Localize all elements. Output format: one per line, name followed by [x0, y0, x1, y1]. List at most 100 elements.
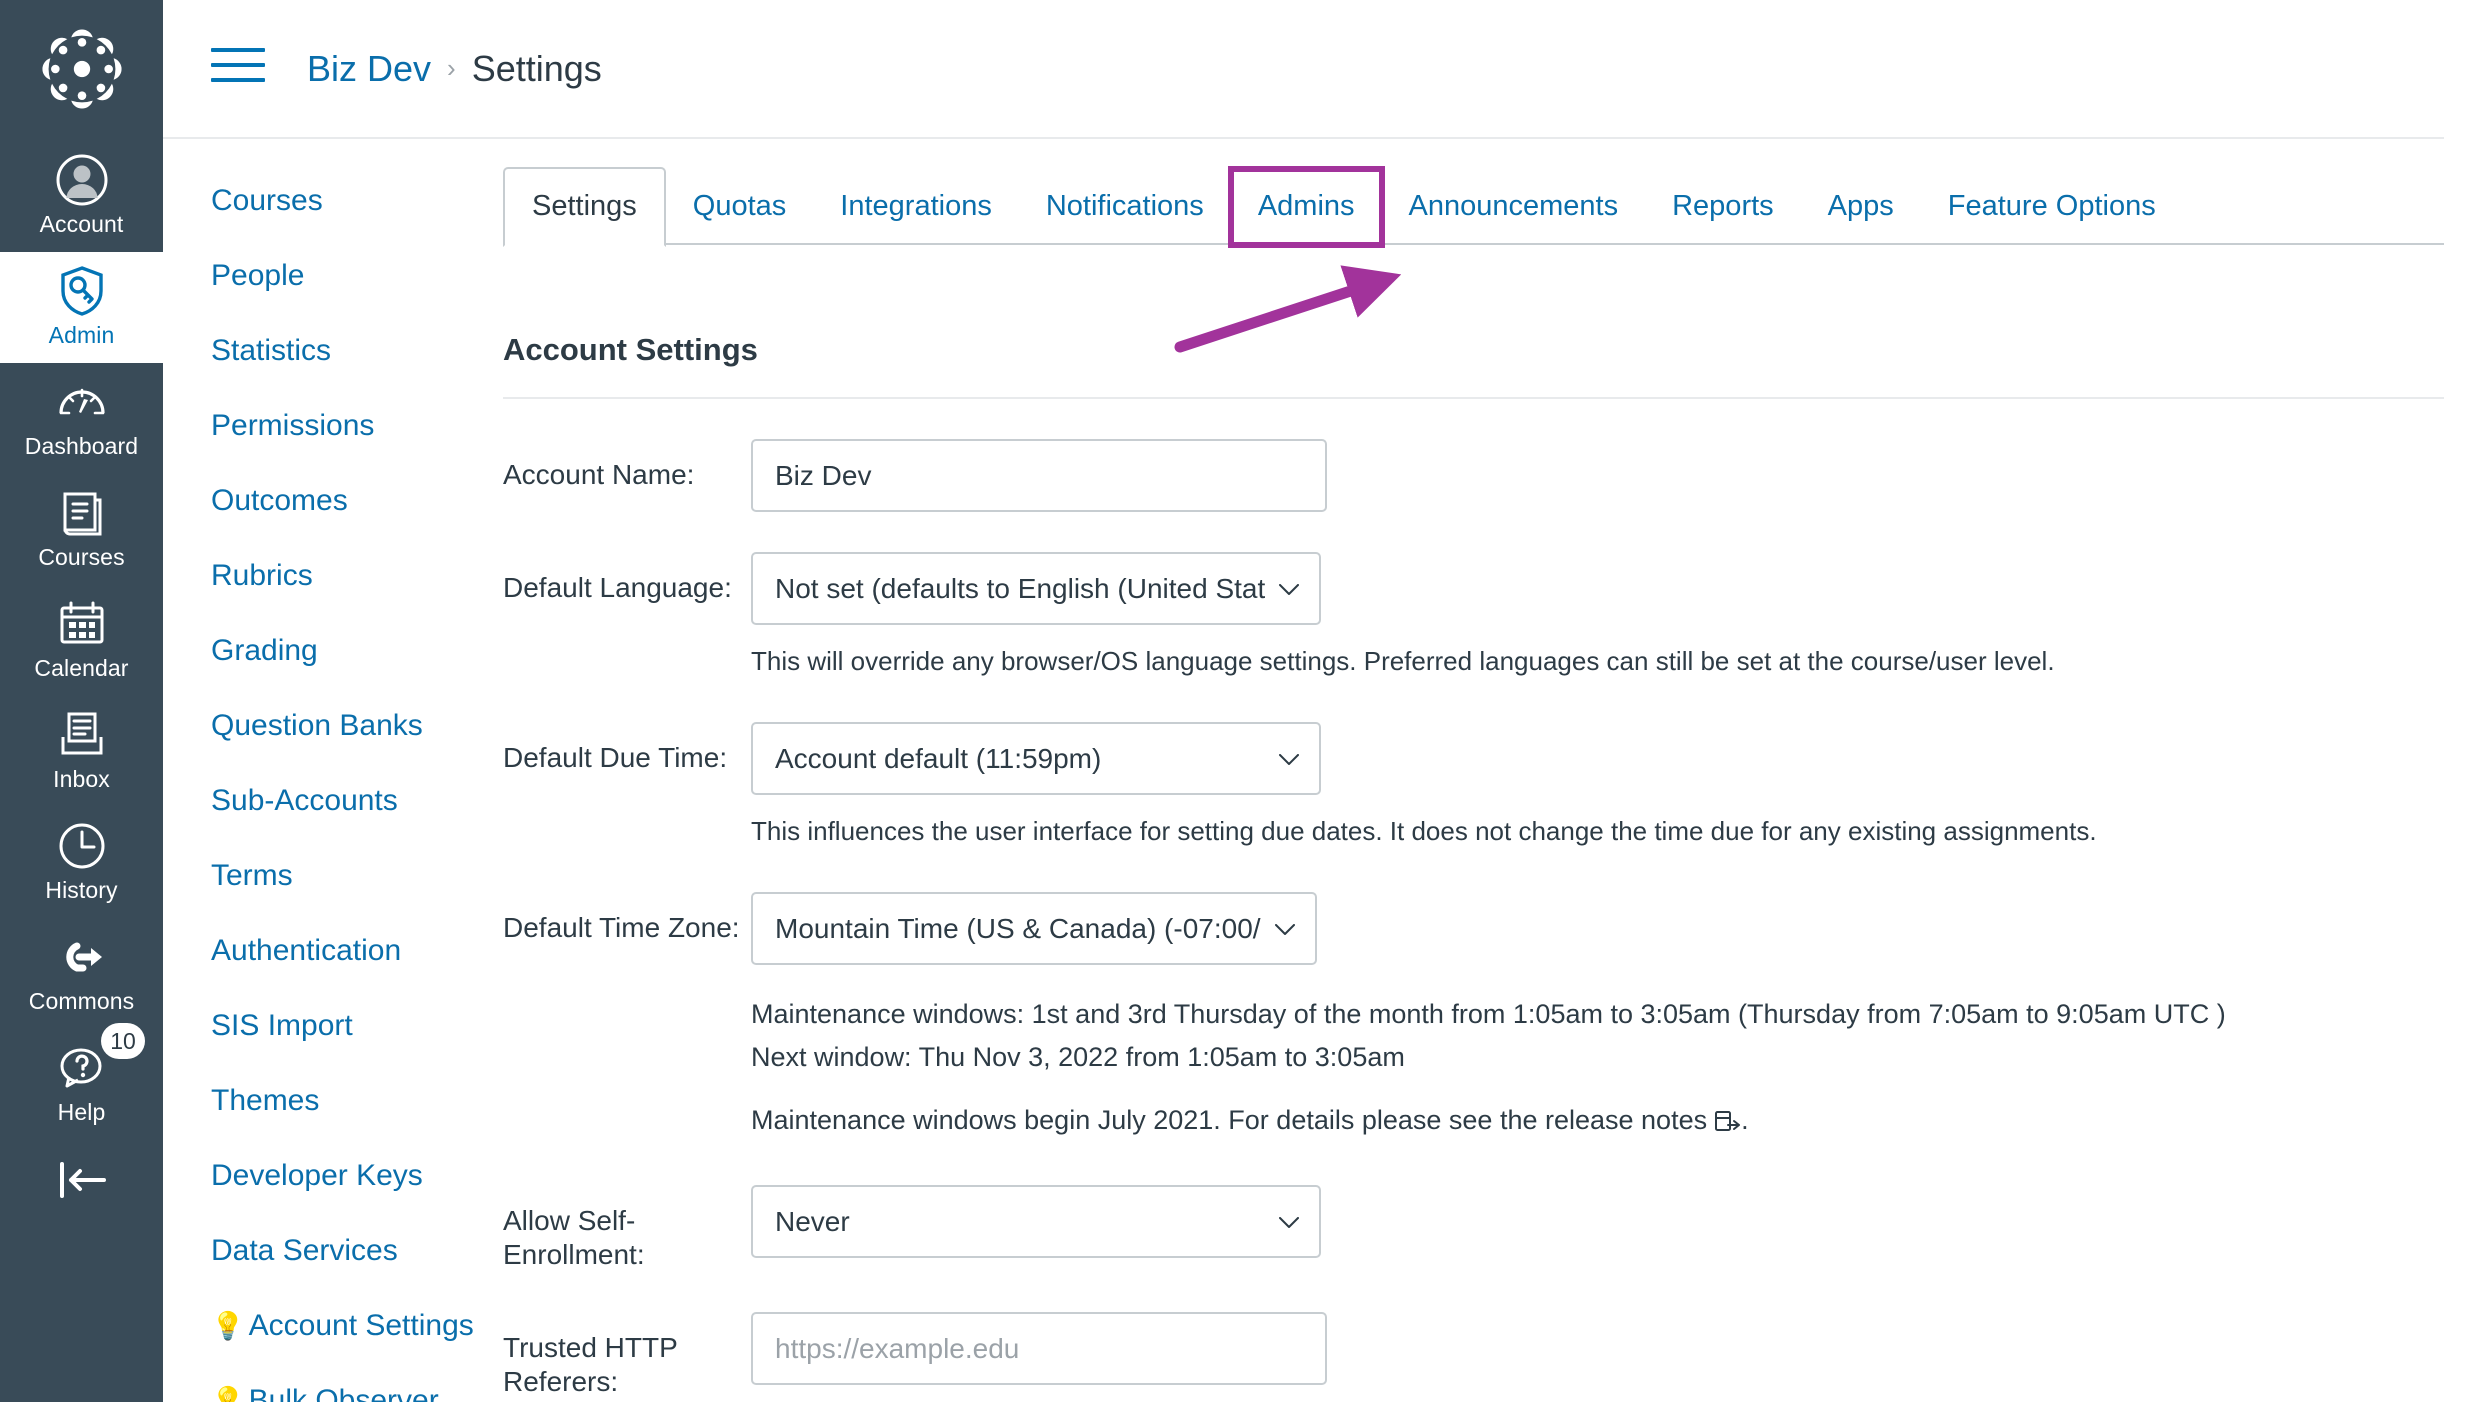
- book-icon: [55, 486, 109, 540]
- settings-content: Settings Quotas Integrations Notificatio…: [447, 139, 2492, 1402]
- account-nav-item-statistics[interactable]: Statistics: [211, 333, 447, 369]
- maintenance-begin-suffix: .: [1741, 1105, 1749, 1135]
- global-navigation: Account Admin Dashboard Courses Calendar…: [0, 0, 163, 1402]
- account-nav-label: Bulk Observer: [248, 1384, 439, 1402]
- default-due-time-select[interactable]: Account default (11:59pm): [751, 722, 1321, 795]
- label-trusted-http-referers: Trusted HTTP Referers:: [503, 1332, 678, 1397]
- chevron-down-icon: [1275, 923, 1295, 935]
- account-nav-item-terms[interactable]: Terms: [211, 858, 447, 894]
- settings-tablist: Settings Quotas Integrations Notificatio…: [503, 166, 2444, 248]
- calendar-icon: [55, 597, 109, 651]
- breadcrumb: Biz Dev › Settings: [307, 47, 602, 91]
- maintenance-windows-text: Maintenance windows: 1st and 3rd Thursda…: [751, 999, 2226, 1029]
- breadcrumb-account-link[interactable]: Biz Dev: [307, 47, 431, 91]
- lightbulb-icon: 💡: [211, 1386, 245, 1402]
- global-nav-item-history[interactable]: History: [0, 807, 163, 918]
- account-nav-item-authentication[interactable]: Authentication: [211, 933, 447, 969]
- chevron-down-icon: [1279, 1216, 1299, 1228]
- field-row-default-time-zone: Default Time Zone: Mountain Time (US & C…: [503, 892, 2444, 1145]
- tab-announcements[interactable]: Announcements: [1382, 169, 1646, 245]
- global-nav-item-dashboard[interactable]: Dashboard: [0, 363, 163, 474]
- account-nav-item-data-services[interactable]: Data Services: [211, 1233, 447, 1269]
- release-notes-link[interactable]: release notes: [1545, 1105, 1707, 1135]
- global-nav-label: Admin: [48, 322, 115, 348]
- account-nav-item-question-banks[interactable]: Question Banks: [211, 708, 447, 744]
- commons-arrow-icon: [55, 930, 109, 984]
- trusted-http-referers-placeholder: https://example.edu: [775, 1332, 1020, 1364]
- global-nav-item-courses[interactable]: Courses: [0, 474, 163, 585]
- canvas-logo[interactable]: [39, 26, 125, 117]
- default-time-zone-select[interactable]: Mountain Time (US & Canada) (-07:00/·: [751, 892, 1317, 965]
- help-default-language: This will override any browser/OS langua…: [751, 646, 2055, 676]
- section-heading-account-settings: Account Settings: [503, 332, 758, 367]
- hamburger-menu-icon[interactable]: [211, 47, 265, 90]
- time-zone-maintenance-info: Maintenance windows: 1st and 3rd Thursda…: [751, 993, 2444, 1145]
- default-time-zone-value: Mountain Time (US & Canada) (-07:00/·: [775, 912, 1261, 944]
- global-nav-item-calendar[interactable]: Calendar: [0, 585, 163, 696]
- account-nav-item-permissions[interactable]: Permissions: [211, 408, 447, 444]
- account-nav-item-people[interactable]: People: [211, 258, 447, 294]
- tab-apps[interactable]: Apps: [1801, 169, 1921, 245]
- tab-settings[interactable]: Settings: [503, 167, 666, 247]
- tab-admins[interactable]: Admins: [1227, 166, 1385, 248]
- field-row-account-name: Account Name: Biz Dev: [503, 439, 2444, 512]
- allow-self-enrollment-select[interactable]: Never: [751, 1185, 1321, 1258]
- breadcrumb-current-page: Settings: [471, 47, 602, 89]
- breadcrumb-bar: Biz Dev › Settings: [163, 0, 2444, 139]
- global-nav-item-inbox[interactable]: Inbox: [0, 696, 163, 807]
- tab-feature-options[interactable]: Feature Options: [1921, 169, 2183, 245]
- account-nav-item-bulk-observer[interactable]: 💡 Bulk Observer: [211, 1383, 447, 1402]
- clock-icon: [55, 819, 109, 873]
- tab-notifications[interactable]: Notifications: [1019, 169, 1231, 245]
- label-allow-self-enrollment: Allow Self-Enrollment:: [503, 1205, 645, 1270]
- account-nav-item-courses[interactable]: Courses: [211, 183, 447, 219]
- allow-self-enrollment-value: Never: [775, 1205, 850, 1237]
- global-nav-label: Account: [39, 211, 124, 237]
- global-nav-label: Commons: [28, 988, 135, 1014]
- label-default-language: Default Language:: [503, 572, 732, 603]
- account-name-value: Biz Dev: [775, 459, 872, 491]
- field-row-default-language: Default Language: Not set (defaults to E…: [503, 552, 2444, 682]
- help-default-due-time: This influences the user interface for s…: [751, 816, 2097, 846]
- tab-quotas[interactable]: Quotas: [666, 169, 814, 245]
- gauge-icon: [55, 375, 109, 429]
- account-nav-item-sis-import[interactable]: SIS Import: [211, 1008, 447, 1044]
- chevron-down-icon: [1279, 583, 1299, 595]
- maintenance-begin-prefix: Maintenance windows begin July 2021. For…: [751, 1105, 1545, 1135]
- default-language-select[interactable]: Not set (defaults to English (United Sta…: [751, 552, 1321, 625]
- breadcrumb-separator: ›: [447, 53, 456, 83]
- default-due-time-value: Account default (11:59pm): [775, 742, 1102, 774]
- collapse-nav-button[interactable]: [52, 1158, 112, 1217]
- shield-key-icon: [55, 264, 109, 318]
- tab-reports[interactable]: Reports: [1645, 169, 1801, 245]
- account-nav-item-themes[interactable]: Themes: [211, 1083, 447, 1119]
- trusted-http-referers-input[interactable]: https://example.edu: [751, 1312, 1327, 1385]
- default-language-value: Not set (defaults to English (United Sta…: [775, 572, 1265, 604]
- maintenance-begin-note: Maintenance windows begin July 2021. For…: [751, 1099, 2281, 1145]
- global-nav-label: History: [45, 877, 118, 903]
- collapse-left-icon: [59, 1162, 106, 1198]
- global-nav-label: Help: [57, 1099, 106, 1125]
- account-nav-item-sub-accounts[interactable]: Sub-Accounts: [211, 783, 447, 819]
- canvas-admin-settings-page: Account Admin Dashboard Courses Calendar…: [0, 0, 2492, 1402]
- label-account-name: Account Name:: [503, 459, 695, 490]
- help-badge-count: 10: [101, 1023, 145, 1059]
- account-nav-item-outcomes[interactable]: Outcomes: [211, 483, 447, 519]
- account-nav-item-rubrics[interactable]: Rubrics: [211, 558, 447, 594]
- global-nav-label: Dashboard: [24, 433, 139, 459]
- account-navigation: Courses People Statistics Permissions Ou…: [163, 139, 474, 1402]
- lightbulb-icon: 💡: [211, 1311, 245, 1341]
- account-nav-item-account-settings[interactable]: 💡 Account Settings: [211, 1308, 474, 1344]
- account-nav-item-grading[interactable]: Grading: [211, 633, 447, 669]
- global-nav-item-commons[interactable]: Commons: [0, 918, 163, 1029]
- global-nav-item-admin[interactable]: Admin: [0, 252, 163, 363]
- account-name-input[interactable]: Biz Dev: [751, 439, 1327, 512]
- account-nav-label: Account Settings: [248, 1309, 474, 1342]
- global-nav-label: Inbox: [53, 766, 110, 792]
- field-row-trusted-http-referers: Trusted HTTP Referers: https://example.e…: [503, 1312, 2444, 1399]
- inbox-tray-icon: [55, 708, 109, 762]
- field-row-allow-self-enrollment: Allow Self-Enrollment: Never: [503, 1185, 2444, 1272]
- account-nav-item-developer-keys[interactable]: Developer Keys: [211, 1158, 447, 1194]
- global-nav-item-account[interactable]: Account: [0, 141, 163, 252]
- tab-integrations[interactable]: Integrations: [813, 169, 1019, 245]
